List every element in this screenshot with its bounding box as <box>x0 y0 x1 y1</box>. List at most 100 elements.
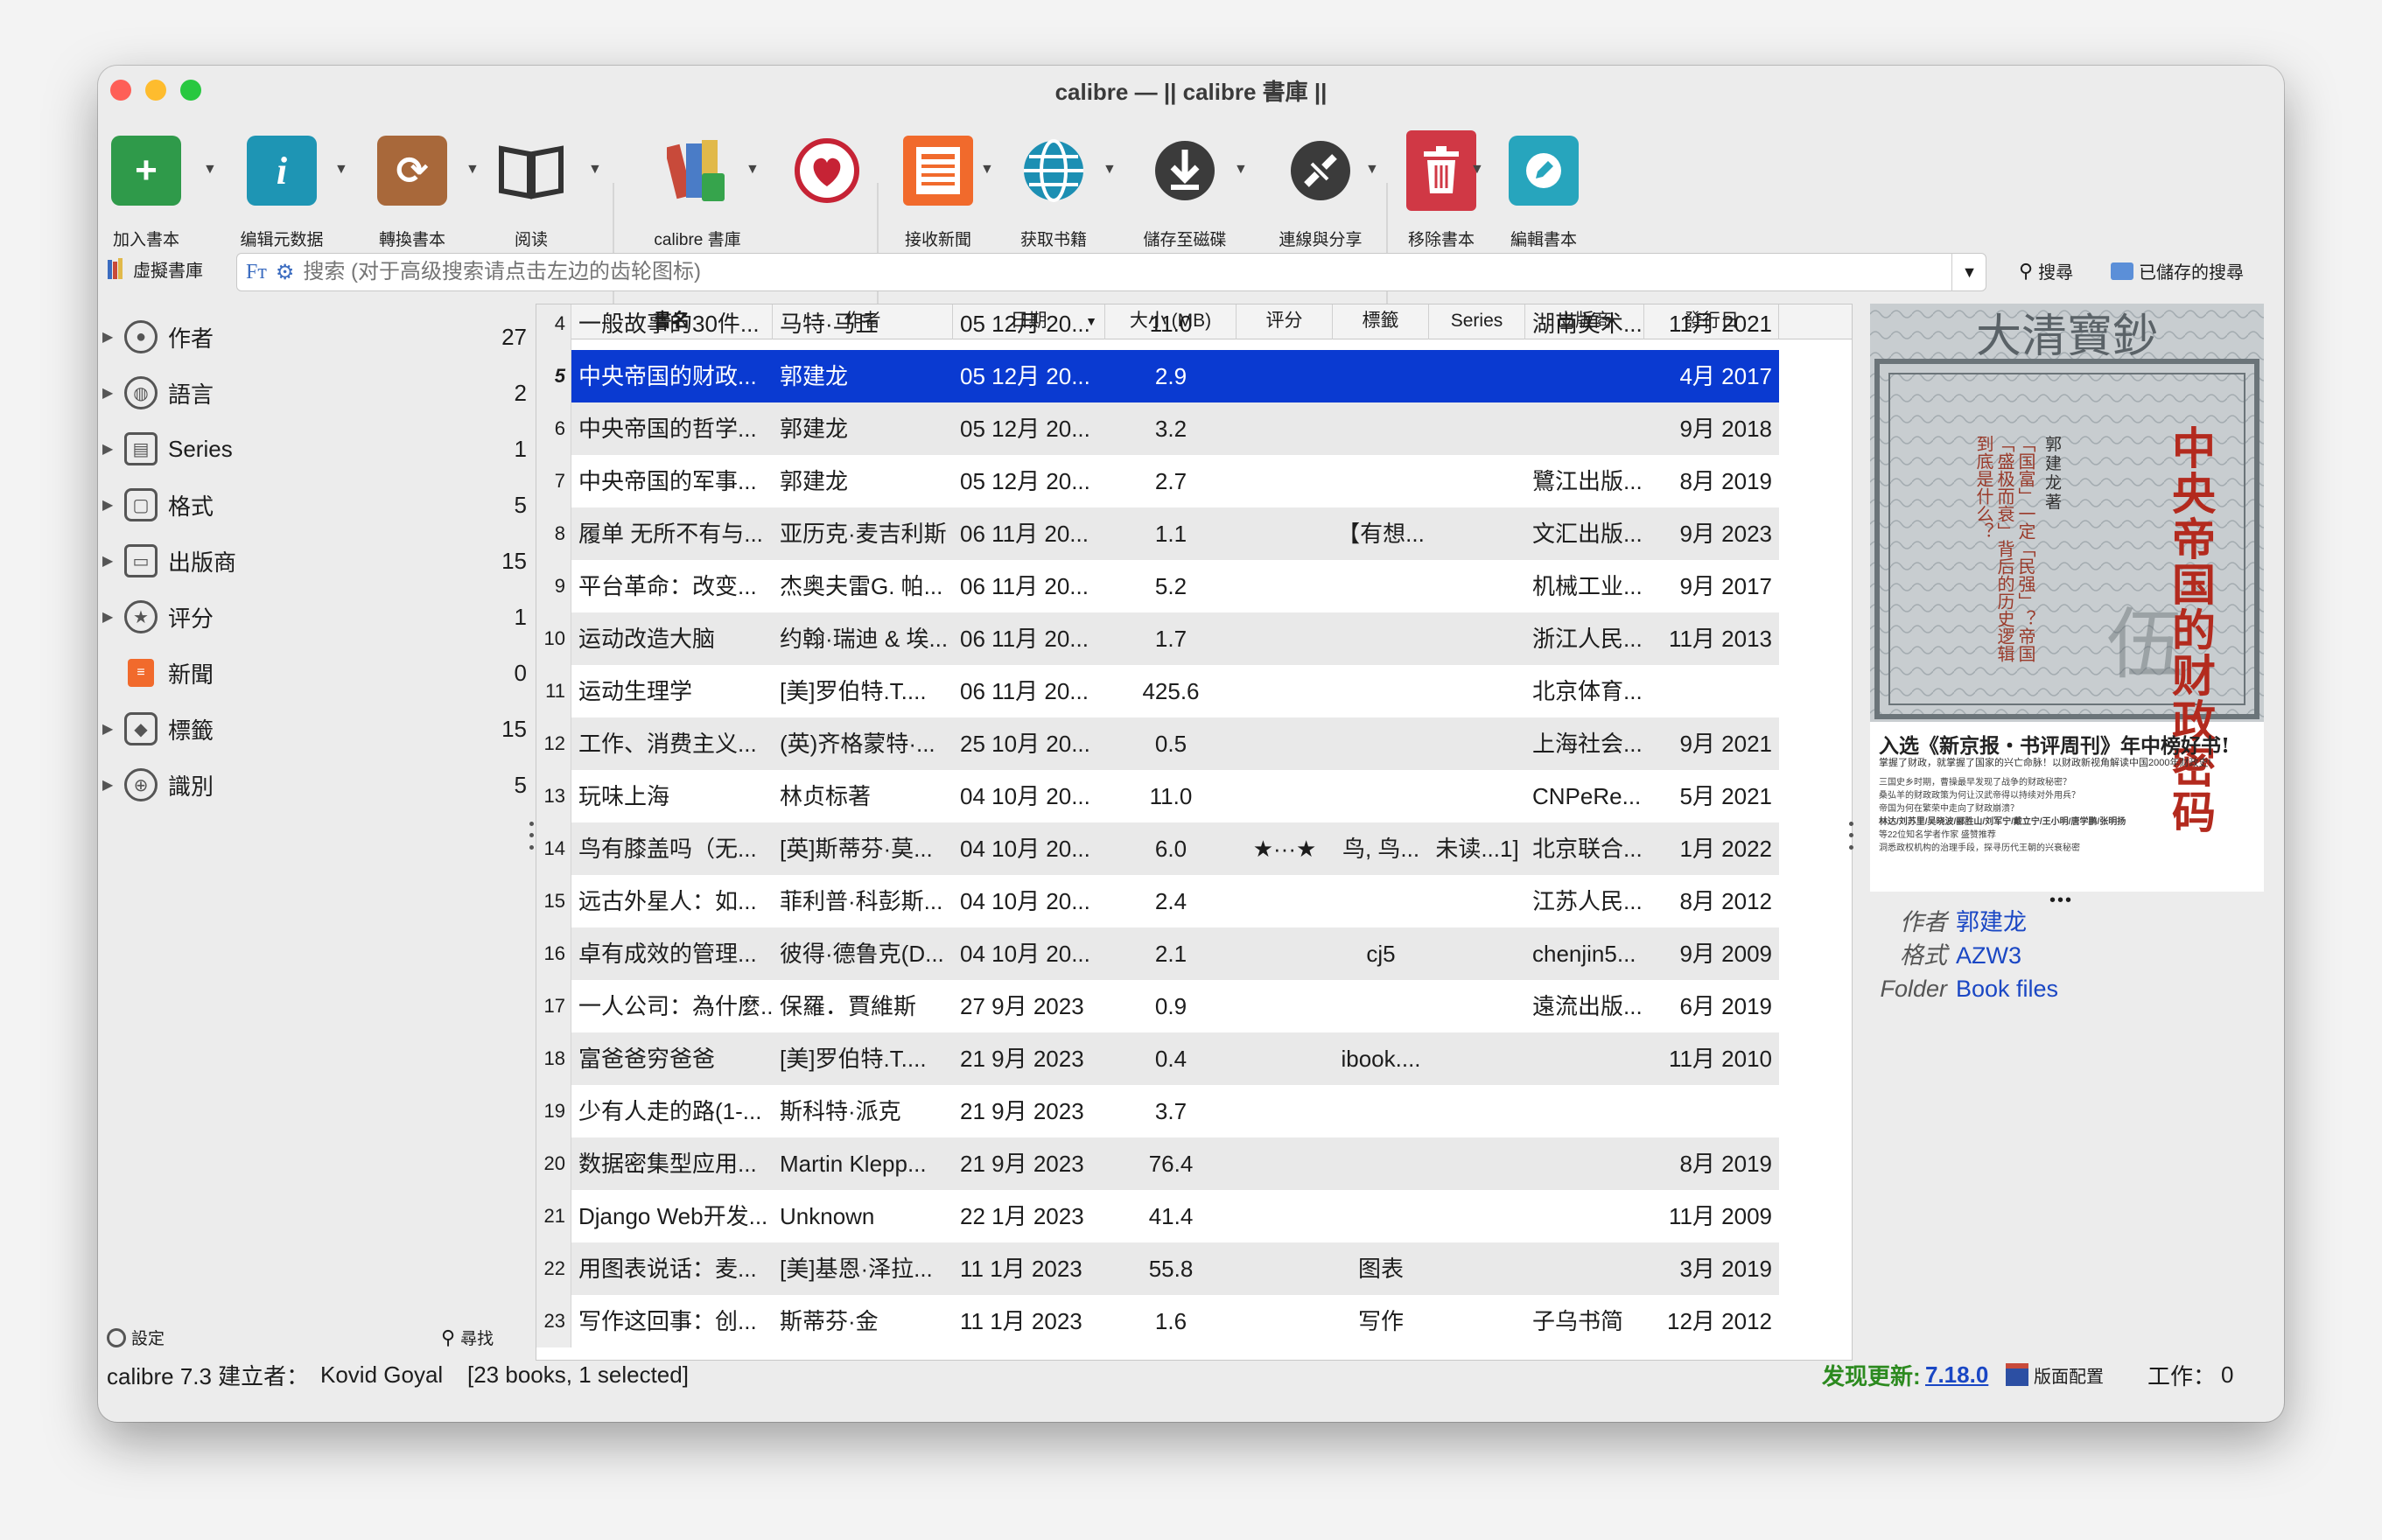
tag-category-authors[interactable]: ▶ ● 作者 27 <box>98 311 527 363</box>
cell-tags: ibook.... <box>1341 1046 1421 1072</box>
edit-metadata-icon: i <box>247 136 317 206</box>
virtual-library-icon <box>108 257 123 279</box>
table-row[interactable]: 15 远古外星人：如... 菲利普·科彭斯... 04 10月 20... 2.4 江苏人… <box>536 875 1779 928</box>
format-icon: ▢ <box>124 488 158 522</box>
save-to-disk-dropdown[interactable]: ▼ <box>1234 162 1248 178</box>
row-number: 17 <box>536 980 571 1032</box>
table-row[interactable]: 9 平台革命：改变... 杰奥夫雷G. 帕... 06 11月 20... 5.2 机械工… <box>536 560 1779 612</box>
expand-arrow-icon[interactable]: ▶ <box>102 328 113 346</box>
table-row[interactable]: 16 卓有成效的管理... 彼得·德鲁克(D... 04 10月 20... 2.1 cj… <box>536 928 1779 980</box>
left-splitter-handle[interactable] <box>529 818 534 853</box>
table-row[interactable]: 4 一般故事的30件... 马特·马丘 05 12月 20... 11.0 湖南美术...… <box>536 304 1779 350</box>
minimize-button[interactable] <box>145 80 166 101</box>
star-icon: ★ <box>124 600 158 634</box>
expand-arrow-icon[interactable]: ▶ <box>102 384 113 402</box>
get-books-dropdown[interactable]: ▼ <box>1103 162 1117 178</box>
table-row[interactable]: 17 一人公司：為什麼... 保羅．賈維斯 27 9月 2023 0.9 遠流出版... 6… <box>536 980 1779 1032</box>
table-row[interactable]: 21 Django Web开发... Unknown 22 1月 2023 41.4 11… <box>536 1190 1779 1242</box>
table-row[interactable]: 20 数据密集型应用... Martin Klepp... 21 9月 2023 76.… <box>536 1138 1779 1190</box>
tag-category-news[interactable]: ≡ 新聞 0 <box>98 647 527 699</box>
tag-category-publishers[interactable]: ▶ ▭ 出版商 15 <box>98 535 527 587</box>
gear-icon[interactable]: ⚙ <box>276 260 295 285</box>
expand-arrow-icon[interactable]: ▶ <box>102 776 113 794</box>
tag-category-languages[interactable]: ▶ ◍ 語言 2 <box>98 367 527 419</box>
title-bar: calibre — || calibre 書庫 || <box>98 66 2284 115</box>
table-row[interactable]: 5 中央帝国的财政... 郭建龙 05 12月 20... 2.9 4月 2017 <box>536 350 1779 402</box>
search-input[interactable] <box>303 260 1986 284</box>
cell-rating <box>1237 718 1333 770</box>
jobs-label[interactable]: 工作： <box>2147 1359 2216 1391</box>
add-books-dropdown[interactable]: ▼ <box>203 162 217 178</box>
library-dropdown[interactable]: ▼ <box>746 162 760 178</box>
tag-browser-find-button[interactable]: ⚲ 尋找 <box>441 1326 494 1349</box>
tag-category-identifiers[interactable]: ▶ ⊕ 識別 5 <box>98 759 527 811</box>
fetch-news-dropdown[interactable]: ▼ <box>980 162 994 178</box>
format-link[interactable]: AZW3 <box>1956 942 2021 969</box>
cell-pubdate <box>1644 665 1779 718</box>
close-button[interactable] <box>110 80 131 101</box>
layout-button[interactable]: 版面配置 <box>2006 1362 2104 1388</box>
table-scroll-area[interactable] <box>1782 340 1852 1360</box>
table-row[interactable]: 19 少有人走的路(1-... 斯科特·派克 21 9月 2023 3.7 <box>536 1085 1779 1138</box>
expand-arrow-icon[interactable]: ▶ <box>102 440 113 458</box>
convert-books-dropdown[interactable]: ▼ <box>466 162 480 178</box>
book-cover-image[interactable]: 伍 大清寶鈔 中央帝国的财政密码 郭建龙 著 「国富」一定「民强」？帝国「盛极而… <box>1870 304 2264 892</box>
expand-arrow-icon[interactable]: ▶ <box>102 552 113 570</box>
expand-arrow-icon[interactable]: ▶ <box>102 496 113 514</box>
cell-rating <box>1237 1295 1333 1348</box>
cell-date: 05 12月 20... <box>960 468 1090 494</box>
table-row[interactable]: 11 运动生理学 [美]罗伯特.T.... 06 11月 20... 425.6 北京体育… <box>536 665 1779 718</box>
table-row[interactable]: 23 写作这回事：创... 斯蒂芬·金 11 1月 2023 1.6 写作 子乌书简 12月 … <box>536 1295 1779 1348</box>
tag-category-series[interactable]: ▶ ▤ Series 1 <box>98 423 527 475</box>
zoom-button[interactable] <box>180 80 201 101</box>
full-text-search-icon[interactable]: Fт <box>246 261 267 284</box>
cell-series <box>1429 1190 1525 1242</box>
table-row[interactable]: 7 中央帝国的军事... 郭建龙 05 12月 20... 2.7 鷺江出版... 8月 2… <box>536 455 1779 508</box>
table-row[interactable]: 12 工作、消费主义... (英)齐格蒙特·... 25 10月 20... 0.5 上海… <box>536 718 1779 770</box>
search-history-dropdown[interactable]: ▼ <box>1951 253 1986 291</box>
saved-searches-button[interactable]: 已儲存的搜尋 <box>2111 258 2244 284</box>
search-box[interactable]: Fт ⚙ <box>236 253 1986 291</box>
folder-link[interactable]: Book files <box>1956 976 2058 1002</box>
table-row[interactable]: 6 中央帝国的哲学... 郭建龙 05 12月 20... 3.2 9月 2018 <box>536 402 1779 455</box>
connect-share-dropdown[interactable]: ▼ <box>1365 162 1379 178</box>
cell-title: 一般故事的30件... <box>578 311 760 337</box>
table-row[interactable]: 14 鸟有膝盖吗（无... [英]斯蒂芬·莫... 04 10月 20... 6.0 ★·… <box>536 822 1779 875</box>
cell-rating <box>1237 665 1333 718</box>
edit-metadata-dropdown[interactable]: ▼ <box>334 162 348 178</box>
remove-books-dropdown[interactable]: ▼ <box>1470 162 1484 178</box>
cell-date: 06 11月 20... <box>960 573 1089 599</box>
search-button[interactable]: ⚲ 搜尋 <box>2019 258 2073 284</box>
row-number: 22 <box>536 1242 571 1295</box>
cell-author: 林贞标著 <box>780 783 872 809</box>
tag-category-rating[interactable]: ▶ ★ 评分 1 <box>98 591 527 643</box>
cell-series <box>1429 1295 1525 1348</box>
cell-pubdate <box>1644 1085 1779 1138</box>
expand-arrow-icon[interactable]: ▶ <box>102 720 113 738</box>
virtual-library-button[interactable]: 虛擬書庫 <box>107 256 203 282</box>
cell-tags <box>1333 350 1429 402</box>
expand-arrow-icon[interactable]: ▶ <box>102 608 113 626</box>
read-book-dropdown[interactable]: ▼ <box>588 162 602 178</box>
row-number: 15 <box>536 875 571 928</box>
right-splitter-handle[interactable] <box>1848 818 1853 853</box>
author-link[interactable]: 郭建龙 <box>1956 909 2027 935</box>
cell-author: 亚历克·麦吉利斯 <box>780 521 947 547</box>
cell-rating <box>1237 770 1333 822</box>
update-version-link[interactable]: 7.18.0 <box>1925 1362 1988 1389</box>
tag-category-formats[interactable]: ▶ ▢ 格式 5 <box>98 479 527 531</box>
tag-browser-settings-button[interactable]: 設定 <box>107 1326 165 1349</box>
cell-publisher: 北京联合... <box>1532 836 1643 862</box>
window-title: calibre — || calibre 書庫 || <box>1054 78 1328 105</box>
cell-rating <box>1237 980 1333 1032</box>
tag-category-tags[interactable]: ▶ ◆ 標籤 15 <box>98 703 527 755</box>
connect-share-icon <box>1286 136 1356 206</box>
cell-title: 富爸爸穷爸爸 <box>578 1046 716 1072</box>
table-row[interactable]: 13 玩味上海 林贞标著 04 10月 20... 11.0 CNPeRe... 5月 20… <box>536 770 1779 822</box>
table-row[interactable]: 8 履单 无所不有与... 亚历克·麦吉利斯 06 11月 20... 1.1 【有想..… <box>536 508 1779 560</box>
cell-series <box>1429 980 1525 1032</box>
table-row[interactable]: 10 运动改造大脑 约翰·瑞迪 & 埃... 06 11月 20... 1.7 浙江人民.… <box>536 612 1779 665</box>
status-bar: calibre 7.3 建立者： Kovid Goyal [23 books, … <box>98 1350 2284 1399</box>
table-row[interactable]: 18 富爸爸穷爸爸 [美]罗伯特.T.... 21 9月 2023 0.4 ibook..… <box>536 1032 1779 1085</box>
table-row[interactable]: 22 用图表说话：麦... [美]基恩·泽拉... 11 1月 2023 55.8 图表 3… <box>536 1242 1779 1295</box>
